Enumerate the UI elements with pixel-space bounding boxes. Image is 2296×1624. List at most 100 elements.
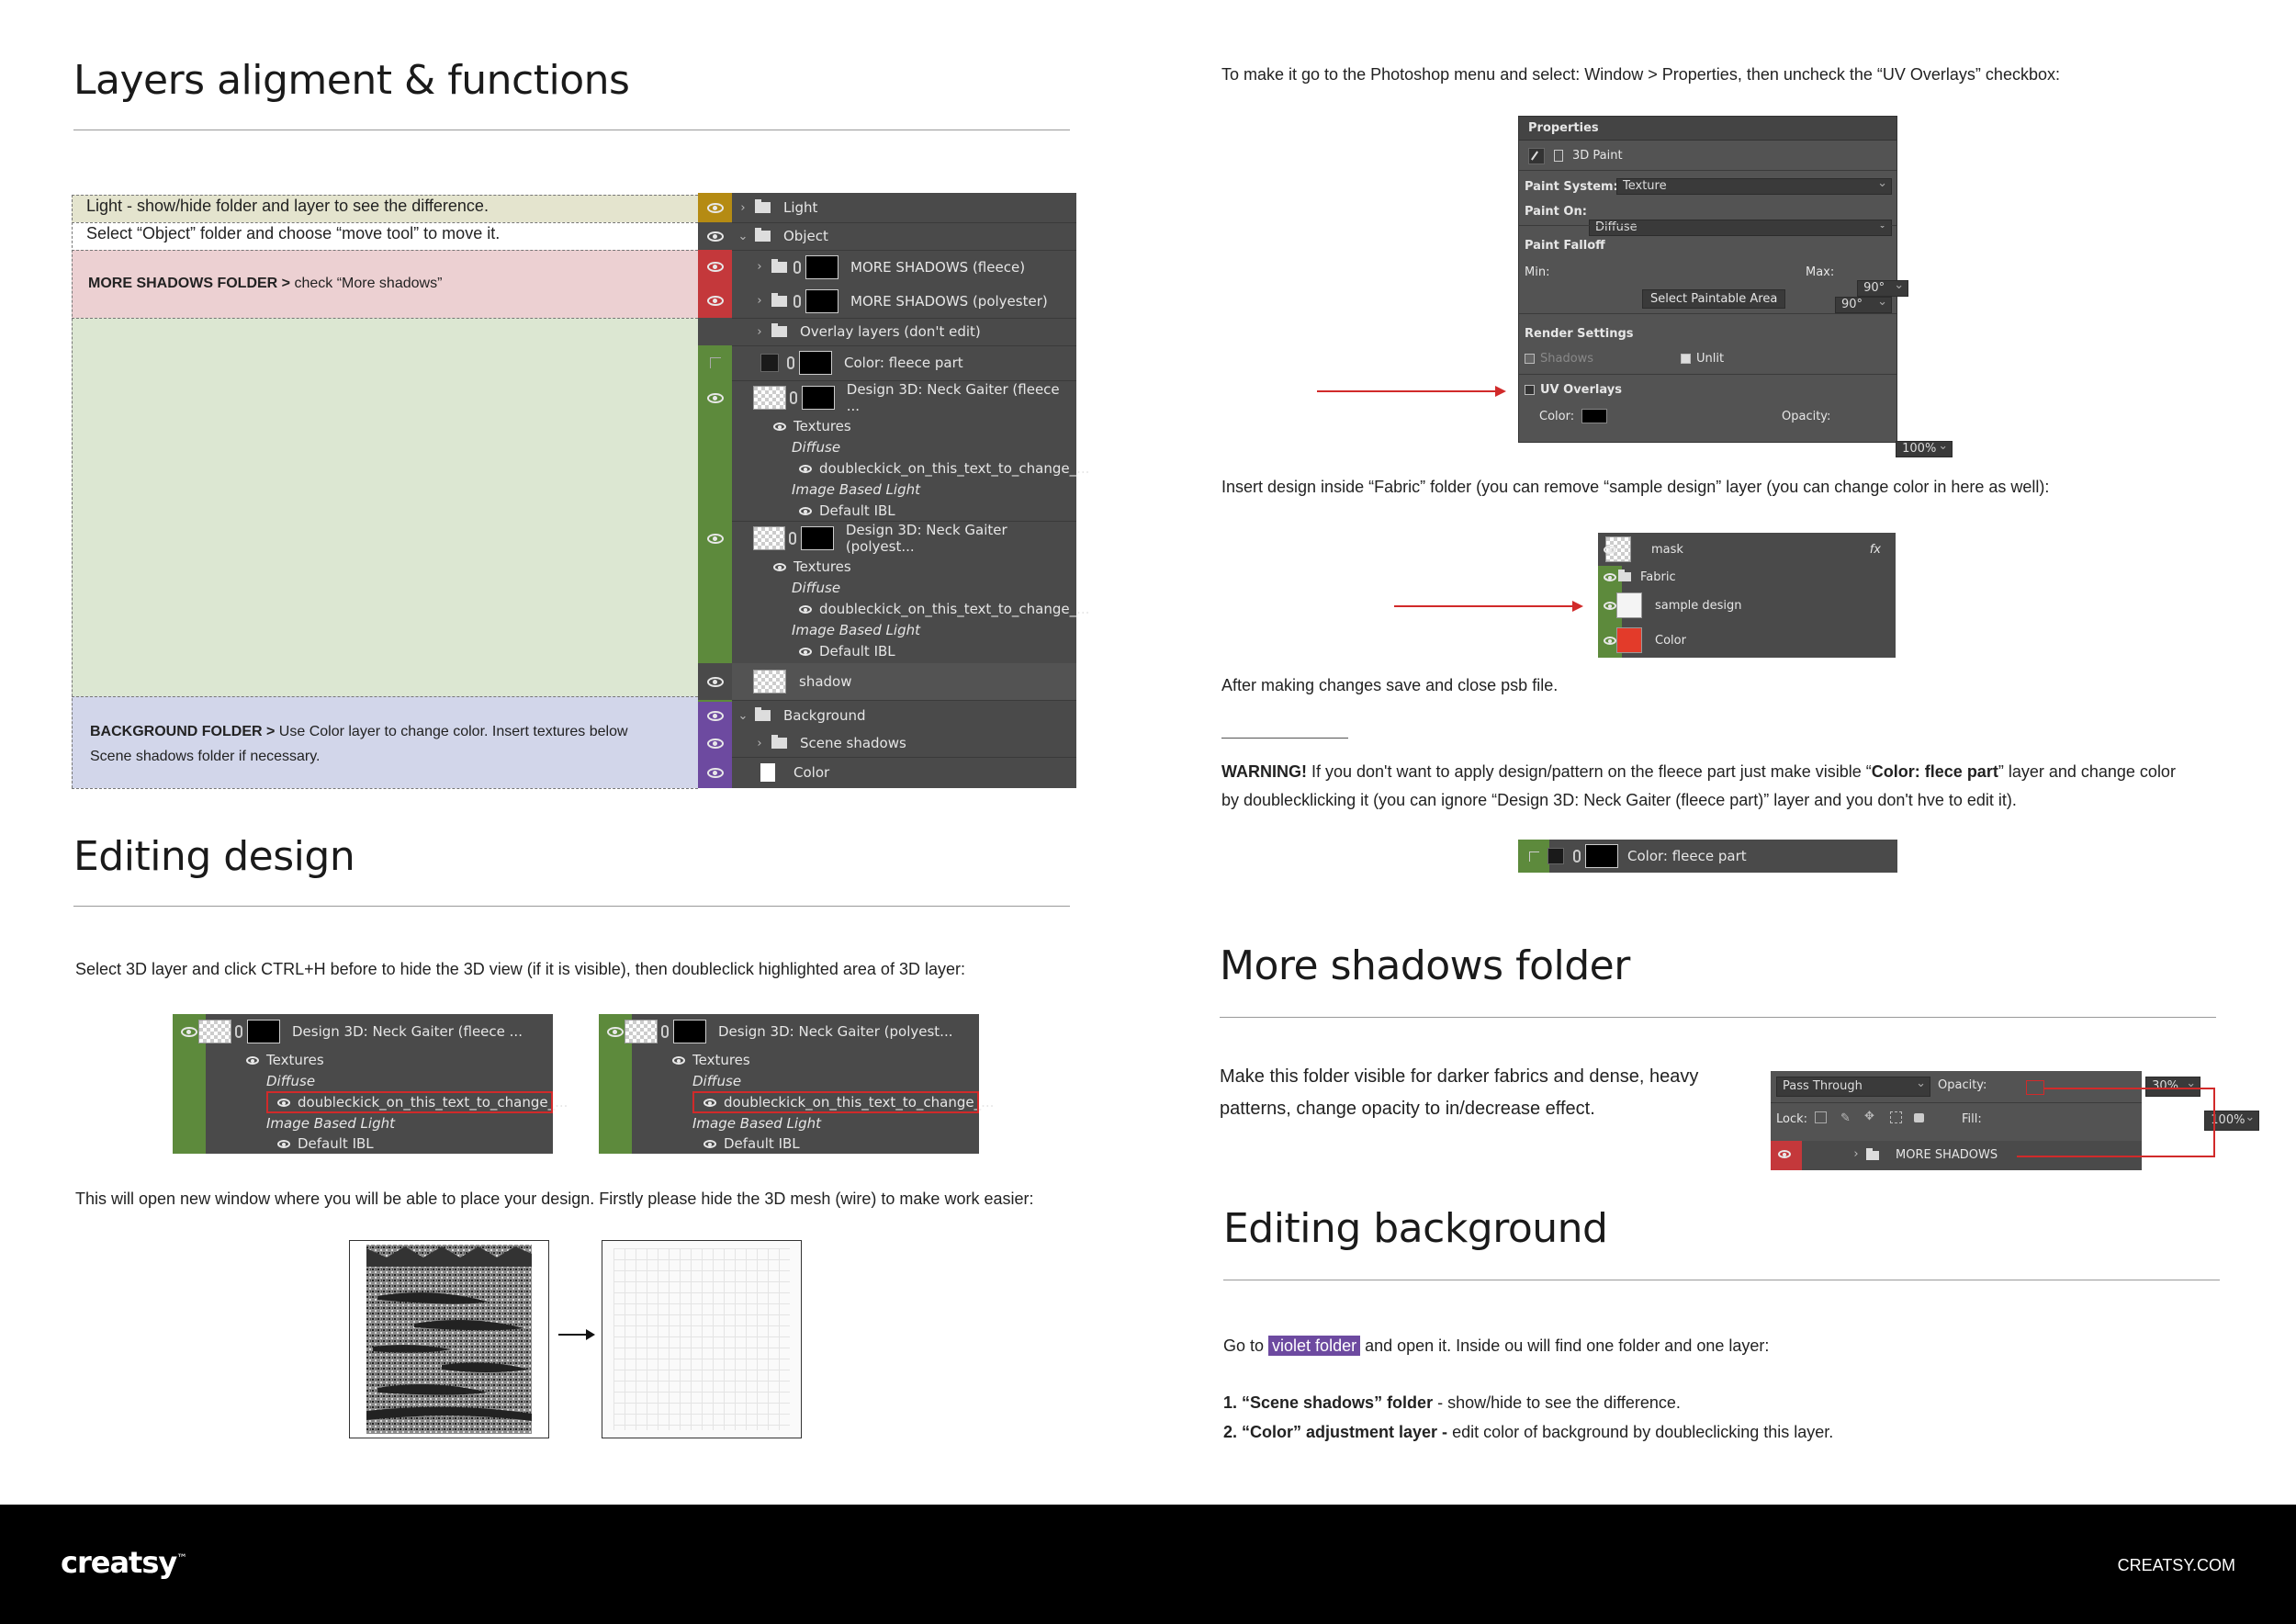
label[interactable]: doubleckick_on_this_text_to_change_... — [819, 601, 1089, 617]
eye-icon[interactable] — [698, 702, 732, 729]
eye-icon[interactable] — [698, 757, 732, 788]
lock-paint-icon[interactable]: ✎ — [1840, 1111, 1851, 1125]
eye-icon[interactable] — [277, 1135, 290, 1152]
opacity-input[interactable]: 100% — [1896, 439, 1953, 457]
opacity-input[interactable]: 30% — [2145, 1075, 2201, 1097]
eye-icon[interactable] — [173, 1014, 206, 1049]
eye-icon[interactable] — [672, 1052, 685, 1068]
textures-row[interactable]: Textures — [173, 1049, 553, 1070]
layer-row-object[interactable]: ⌄ Object — [698, 222, 1076, 250]
layer-row-3d-fleece[interactable]: Design 3D: Neck Gaiter (fleece ... — [698, 380, 1076, 415]
trademark: ™ — [176, 1551, 187, 1565]
layer-row-more-shadows-polyester[interactable]: › MORE SHADOWS (polyester) — [698, 284, 1076, 318]
lock-transparent-icon[interactable] — [1815, 1111, 1827, 1123]
layer-name: Background — [783, 707, 866, 724]
eye-icon[interactable] — [599, 1014, 632, 1049]
layer-row-scene-shadows[interactable]: › Scene shadows — [698, 729, 1076, 757]
select-paintable-area-button[interactable]: Select Paintable Area — [1642, 289, 1786, 309]
label[interactable]: doubleckick_on_this_text_to_change_... — [819, 460, 1089, 477]
chevron-right-icon[interactable]: › — [753, 260, 766, 274]
chevron-down-icon[interactable]: ⌄ — [737, 230, 749, 243]
eye-icon[interactable] — [698, 284, 732, 318]
layer-row-shadow[interactable]: shadow — [698, 663, 1076, 700]
eye-icon[interactable] — [799, 601, 812, 617]
fx-icon[interactable]: fx — [1870, 543, 1881, 557]
creatsy-logo[interactable]: creatsy™ — [61, 1545, 187, 1580]
max-input[interactable]: 90° — [1835, 295, 1892, 313]
layer-row-3d-fleece[interactable]: Design 3D: Neck Gaiter (fleece ... — [173, 1014, 553, 1049]
blend-mode-select[interactable]: Pass Through — [1776, 1075, 1930, 1097]
texture-file-row[interactable]: doubleckick_on_this_text_to_change_... — [698, 457, 1089, 479]
color-swatch[interactable] — [1581, 409, 1607, 423]
folder-icon — [771, 735, 787, 749]
textures-row[interactable]: Textures — [698, 556, 1076, 577]
eye-icon[interactable] — [698, 193, 732, 222]
eye-icon[interactable] — [773, 558, 786, 575]
visibility-box[interactable] — [1518, 840, 1549, 873]
eye-icon[interactable] — [773, 418, 786, 434]
chevron-right-icon[interactable]: › — [753, 294, 766, 308]
layer-row-background[interactable]: ⌄ Background — [698, 702, 1076, 729]
eye-empty[interactable] — [698, 318, 732, 345]
layer-name: Overlay layers (don't edit) — [800, 323, 981, 340]
layer-row-fabric[interactable]: ⌄ Fabric — [1598, 566, 1896, 588]
label: Image Based Light — [792, 480, 920, 498]
layer-row-mask[interactable]: mask fx — [1598, 533, 1896, 566]
eye-icon[interactable] — [799, 502, 812, 519]
lock-move-icon[interactable]: ✥ — [1864, 1110, 1874, 1123]
texture-file-row[interactable]: doubleckick_on_this_text_to_change_... — [698, 598, 1089, 619]
chevron-right-icon[interactable]: › — [737, 201, 749, 215]
chevron-down-icon[interactable]: ⌄ — [737, 709, 749, 723]
eye-icon[interactable] — [698, 521, 732, 556]
layer-row-more-shadows-fleece[interactable]: › MORE SHADOWS (fleece) — [698, 250, 1076, 284]
chevron-right-icon[interactable]: › — [753, 737, 766, 750]
eye-icon[interactable] — [698, 222, 732, 250]
layer-row-light[interactable]: › Light — [698, 193, 1076, 222]
eye-icon[interactable] — [703, 1135, 716, 1152]
eye-icon[interactable] — [1598, 533, 1622, 566]
eye-icon[interactable] — [1778, 1150, 1791, 1158]
layer-row-color-fleece[interactable]: Color: fleece part — [1518, 840, 1897, 873]
layer-name: Color — [1655, 633, 1686, 648]
paint-system-select[interactable]: Texture — [1616, 176, 1892, 195]
layer-row-overlay[interactable]: › Overlay layers (don't edit) — [698, 318, 1076, 345]
uv-overlays-checkbox[interactable]: UV Overlays — [1525, 383, 1622, 397]
layer-row-3d-polyester[interactable]: Design 3D: Neck Gaiter (polyest... — [698, 521, 1076, 556]
unlit-checkbox[interactable]: Unlit — [1681, 352, 1724, 366]
chevron-right-icon[interactable]: › — [1850, 1147, 1863, 1161]
lock-artboard-icon[interactable] — [1890, 1111, 1902, 1123]
paint-falloff-label: Paint Falloff — [1525, 239, 1605, 253]
chevron-right-icon[interactable]: › — [753, 325, 766, 339]
visibility-box[interactable] — [698, 345, 732, 380]
divider — [73, 906, 1070, 907]
eye-icon[interactable] — [698, 663, 732, 700]
label: Textures — [793, 558, 851, 575]
eye-icon[interactable] — [1598, 623, 1622, 658]
eye-icon[interactable] — [799, 460, 812, 477]
shadows-checkbox[interactable]: Shadows — [1525, 352, 1593, 366]
default-ibl-row[interactable]: Default IBL — [698, 500, 1076, 521]
layer-row-sample-design[interactable]: sample design — [1598, 588, 1896, 623]
divider — [1519, 225, 1896, 226]
layer-row-color[interactable]: Color — [698, 757, 1076, 788]
paint-system-label: Paint System: — [1525, 180, 1618, 194]
eye-icon[interactable] — [1598, 588, 1622, 623]
eye-icon[interactable] — [698, 250, 732, 284]
eye-icon[interactable] — [246, 1052, 259, 1068]
eye-icon[interactable] — [698, 729, 732, 757]
layer-row-color[interactable]: Color — [1598, 623, 1896, 658]
mask-thumbnail — [805, 288, 838, 313]
default-ibl-row[interactable]: Default IBL — [173, 1133, 553, 1154]
lock-all-icon[interactable] — [1914, 1113, 1924, 1122]
layer-name: Object — [783, 228, 828, 244]
textures-row[interactable]: Textures — [698, 415, 1076, 436]
default-ibl-row[interactable]: Default IBL — [599, 1133, 979, 1154]
footer-url[interactable]: CREATSY.COM — [2118, 1556, 2235, 1575]
layer-row-3d-polyester[interactable]: Design 3D: Neck Gaiter (polyest... — [599, 1014, 979, 1049]
eye-icon[interactable] — [799, 643, 812, 660]
paint-on-select[interactable]: Diffuse — [1589, 218, 1892, 236]
textures-row[interactable]: Textures — [599, 1049, 979, 1070]
default-ibl-row[interactable]: Default IBL — [698, 640, 1076, 661]
eye-icon[interactable] — [698, 380, 732, 415]
layer-row-color-fleece[interactable]: Color: fleece part — [698, 345, 1076, 380]
